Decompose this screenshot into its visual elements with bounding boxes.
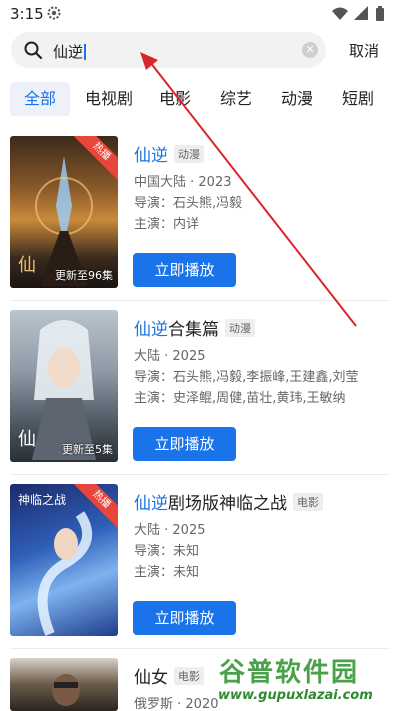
watermark-text: 谷普软件园 — [219, 658, 360, 688]
type-tag: 电影 — [174, 667, 204, 685]
region-year: 大陆 · 2025 — [134, 523, 206, 538]
result-title[interactable]: 仙逆剧场版神临之战 电影 — [134, 489, 323, 514]
svg-text:仙: 仙 — [18, 429, 36, 450]
director-line: 导演：石头熊,冯毅,李振峰,王建鑫,刘莹 — [134, 370, 359, 385]
type-tag: 动漫 — [174, 145, 204, 163]
region-year: 大陆 · 2025 — [134, 349, 206, 364]
wifi-icon — [332, 7, 348, 20]
clear-search-icon[interactable]: ✕ — [302, 42, 318, 58]
tab-short-drama[interactable]: 短剧 — [335, 82, 381, 116]
signal-icon — [354, 6, 368, 20]
search-icon — [23, 40, 43, 64]
result-title[interactable]: 仙逆合集篇 动漫 — [134, 315, 255, 340]
cancel-button[interactable]: 取消 — [349, 40, 379, 61]
play-button[interactable]: 立即播放 — [133, 253, 236, 287]
result-item[interactable]: 仙 更新至5集 仙逆合集篇 动漫 大陆 · 2025 导演：石头熊,冯毅,李振峰,… — [0, 310, 400, 475]
cast-line: 主演：未知 — [134, 565, 200, 580]
poster-artwork: 仙 — [18, 320, 96, 460]
episode-caption: 更新至5集 — [62, 443, 113, 456]
svg-text:仙: 仙 — [18, 255, 36, 276]
poster-image[interactable]: 仙 热播 更新至96集 — [10, 136, 118, 288]
poster-image[interactable] — [10, 658, 118, 711]
type-tag: 电影 — [293, 493, 323, 511]
divider — [10, 474, 390, 475]
result-item[interactable]: 仙 热播 更新至96集 仙逆 动漫 中国大陆 · 2023 导演：石头熊,冯毅 主… — [0, 136, 400, 301]
result-title[interactable]: 仙逆 动漫 — [134, 141, 204, 166]
category-tabs: 全部 电视剧 电影 综艺 动漫 短剧 — [0, 82, 400, 116]
tab-movies[interactable]: 电影 — [152, 82, 198, 116]
poster-artwork — [52, 674, 80, 706]
battery-icon — [376, 6, 384, 21]
watermark-url: www.gupuxlazai.com — [218, 688, 373, 703]
tab-anime[interactable]: 动漫 — [274, 82, 320, 116]
director-line: 导演：石头熊,冯毅 — [134, 196, 243, 211]
search-input[interactable]: 仙逆 ✕ — [11, 32, 326, 68]
watermark-logo: 谷普软件园 www.gupuxlazai.com — [215, 648, 397, 708]
tab-tv-series[interactable]: 电视剧 — [80, 82, 138, 116]
cast-line: 主演：内详 — [134, 217, 200, 232]
tab-variety[interactable]: 综艺 — [213, 82, 259, 116]
search-query: 仙逆 — [53, 41, 86, 62]
region-year: 中国大陆 · 2023 — [134, 175, 232, 190]
region-year: 俄罗斯 · 2020 — [134, 697, 219, 711]
tab-all[interactable]: 全部 — [10, 82, 70, 116]
result-item[interactable]: 神临之战 热播 仙逆剧场版神临之战 电影 大陆 · 2025 导演：未知 主演：未… — [0, 484, 400, 649]
episode-caption: 更新至96集 — [55, 269, 113, 282]
poster-image[interactable]: 仙 更新至5集 — [10, 310, 118, 462]
search-bar: 仙逆 ✕ 取消 — [0, 30, 400, 70]
status-time: 3:15 — [10, 5, 44, 23]
cast-line: 主演：史泽鲲,周健,苗壮,黄玮,王敏纳 — [134, 391, 346, 406]
play-button[interactable]: 立即播放 — [133, 427, 236, 461]
status-bar: 3:15 — [0, 0, 400, 28]
type-tag: 动漫 — [225, 319, 255, 337]
svg-text:神临之战: 神临之战 — [18, 493, 66, 507]
settings-gear-icon — [46, 5, 62, 25]
status-icons — [330, 5, 390, 27]
poster-image[interactable]: 神临之战 热播 — [10, 484, 118, 636]
text-cursor — [84, 44, 86, 60]
director-line: 导演：未知 — [134, 544, 200, 559]
play-button[interactable]: 立即播放 — [133, 601, 236, 635]
result-title[interactable]: 仙女 电影 — [134, 663, 204, 688]
divider — [10, 300, 390, 301]
